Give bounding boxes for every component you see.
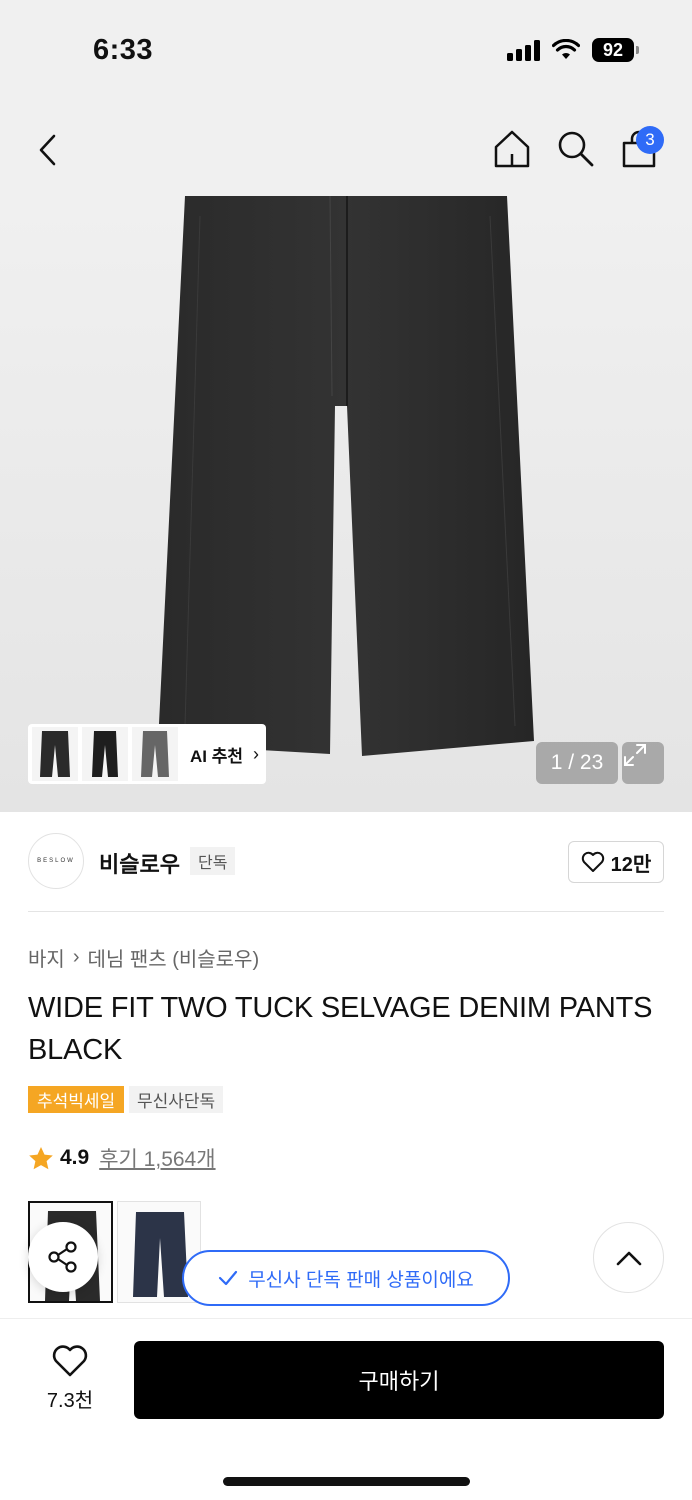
brand-name[interactable]: 비슬로우 [99,847,180,879]
cart-count-badge: 3 [636,126,664,154]
chevron-up-icon [616,1251,641,1265]
home-icon[interactable] [491,128,533,170]
wifi-icon [552,39,580,59]
expand-button[interactable] [622,742,664,784]
exclusive-toast: 무신사 단독 판매 상품이에요 [182,1250,510,1306]
breadcrumb-category[interactable]: 바지 [28,943,65,972]
buy-button[interactable]: 구매하기 [134,1341,664,1419]
status-bar: 6:33 92 [0,0,692,100]
rating-row: 4.9 후기 1,564개 [28,1143,216,1173]
product-title: WIDE FIT TWO TUCK SELVAGE DENIM PANTS BL… [28,992,653,1066]
breadcrumb-subcategory[interactable]: 데님 팬츠 (비슬로우) [87,943,259,972]
scroll-top-button[interactable] [593,1222,664,1293]
ai-recommend-label: AI 추천 [190,746,244,766]
search-icon[interactable] [555,128,597,170]
image-page-counter: 1 / 23 [536,742,618,784]
rating-value: 4.9 [60,1146,90,1169]
expand-icon [624,744,646,766]
heart-icon [581,851,604,872]
divider [28,911,664,912]
brand-logo[interactable]: BESLOW [28,833,84,889]
breadcrumb: 바지 › 데님 팬츠 (비슬로우) [28,943,259,972]
toast-text: 무신사 단독 판매 상품이에요 [248,1269,474,1291]
wishlist-button[interactable]: 7.3천 [28,1344,112,1420]
status-time: 6:33 [93,34,154,66]
ai-recommend-chip[interactable]: AI 추천 › [28,724,266,784]
review-count-link[interactable]: 후기 1,564개 [99,1143,215,1173]
ai-thumbnail [82,727,128,781]
share-icon [48,1241,77,1273]
back-icon[interactable] [28,130,68,170]
heart-icon [52,1345,88,1377]
ai-thumbnail [32,727,78,781]
product-image-carousel[interactable]: AI 추천 › 1 / 23 [0,196,692,812]
breadcrumb-separator: › [72,946,80,968]
brand-exclusive-tag: 단독 [190,847,236,875]
brand-like-button[interactable]: 12만 [568,841,664,883]
share-button[interactable] [28,1222,98,1292]
home-indicator [223,1477,470,1486]
top-nav [0,100,692,196]
chevron-right-icon: › [253,743,260,764]
signal-icon [507,39,540,61]
exclusive-tag: 무신사단독 [129,1086,224,1113]
product-image [158,196,534,756]
star-icon [29,1146,53,1169]
sale-tag: 추석빅세일 [28,1086,125,1113]
battery-icon: 92 [592,38,639,62]
brand-like-count: 12만 [610,853,652,876]
status-icons: 92 [507,38,639,62]
wishlist-count: 7.3천 [46,1390,94,1412]
check-icon [219,1270,238,1286]
ai-thumbnail [132,727,178,781]
